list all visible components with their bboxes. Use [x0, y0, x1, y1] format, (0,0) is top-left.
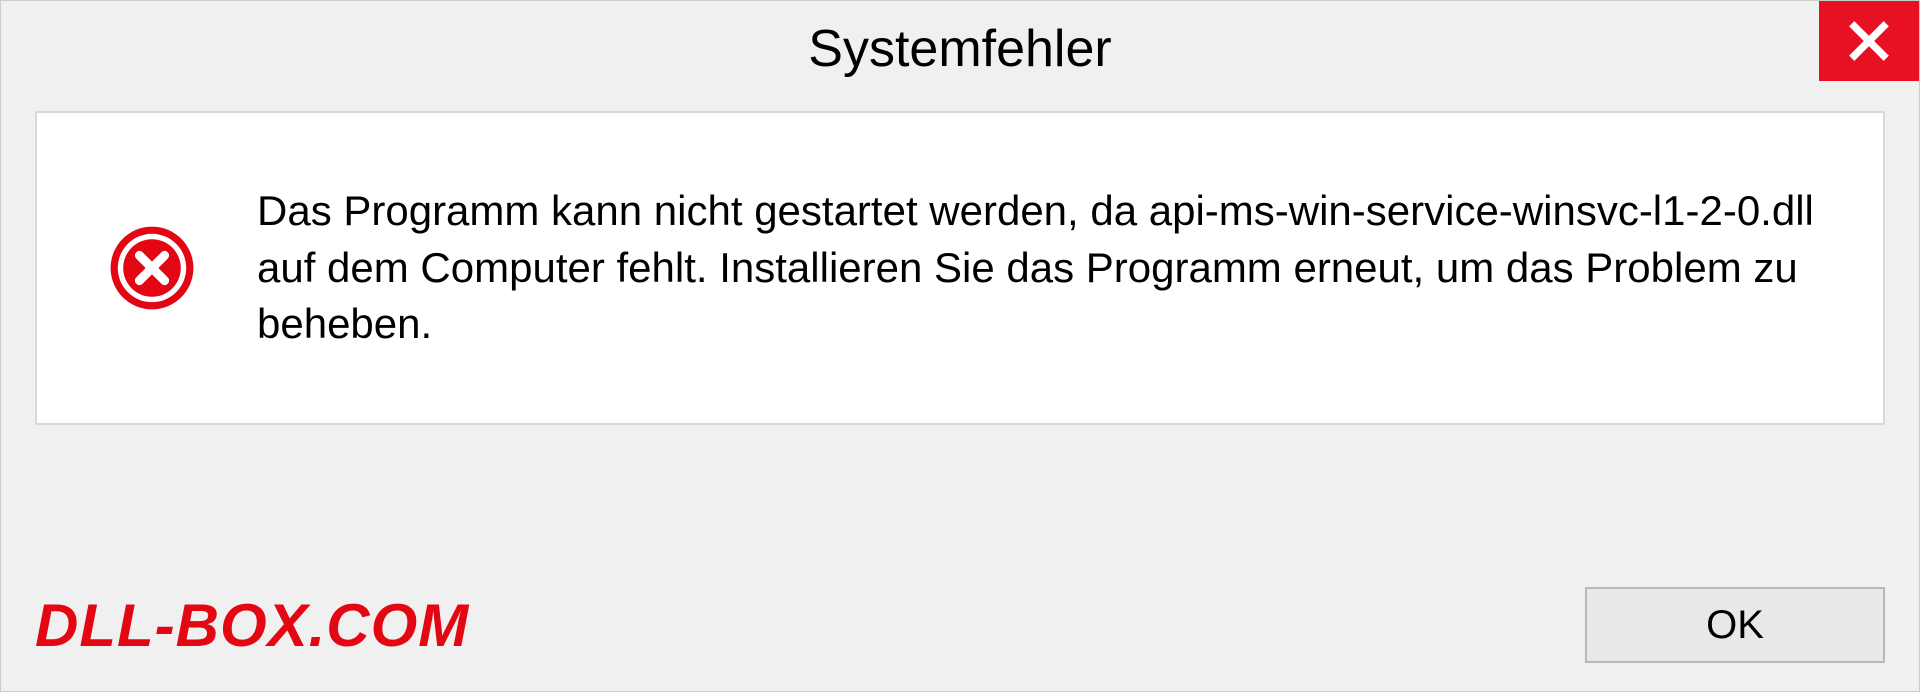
ok-button-label: OK	[1706, 603, 1764, 648]
close-icon	[1847, 19, 1891, 63]
footer: DLL-BOX.COM OK	[1, 587, 1919, 663]
ok-button[interactable]: OK	[1585, 587, 1885, 663]
dialog-title: Systemfehler	[808, 19, 1111, 79]
error-message: Das Programm kann nicht gestartet werden…	[257, 183, 1833, 353]
content-panel: Das Programm kann nicht gestartet werden…	[35, 111, 1885, 425]
error-icon	[107, 223, 197, 313]
watermark-text: DLL-BOX.COM	[35, 591, 469, 660]
close-button[interactable]	[1819, 1, 1919, 81]
titlebar: Systemfehler	[1, 1, 1919, 91]
